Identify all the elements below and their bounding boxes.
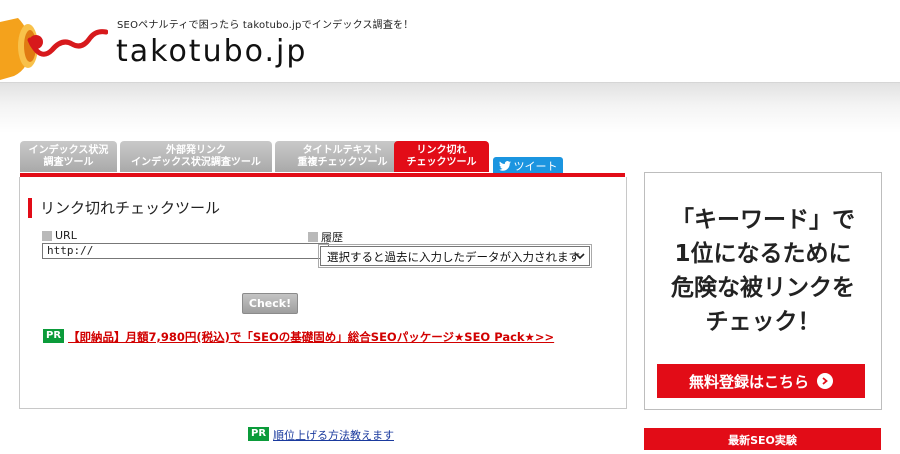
twitter-bird-icon [498,161,511,171]
site-title[interactable]: takotubo.jp [116,34,307,69]
tweet-label: ツイート [513,160,558,173]
arrow-right-circle-icon [817,373,833,389]
tab-broken-link-check[interactable]: リンク切れ チェックツール [394,141,489,172]
tab-title-duplicate[interactable]: タイトルテキスト 重複チェックツール [275,141,410,172]
chevron-down-icon [575,253,585,260]
tab-outbound-link-index[interactable]: 外部発リンク インデックス状況調査ツール [120,141,272,172]
site-header: SEOペナルティで困ったら takotubo.jpでインデックス調査を！ tak… [0,0,900,82]
header-gradient-band [0,82,900,133]
square-bullet-icon [42,230,52,241]
tool-title: リンク切れチェックツール [28,198,220,218]
check-button[interactable]: Check! [242,293,298,314]
seo-pack-link[interactable]: 【即納品】月額7,980円(税込)で「SEOの基礎固め」総合SEOパッケージ★S… [68,329,554,345]
latest-seo-experiments-header: 最新SEO実験 [644,428,881,450]
square-bullet-icon [308,232,318,242]
pr-badge-bottom: PR [248,427,269,441]
ad-copy: 「キーワード」で 1位になるために 危険な被リンクを チェック！ [671,207,855,335]
backlink-check-ad[interactable]: 「キーワード」で 1位になるために 危険な被リンクを チェック！ 無料登録はこち… [644,172,882,410]
history-label: 履歴 [308,229,343,245]
tab-index-status[interactable]: インデックス状況 調査ツール [20,141,117,172]
ranking-tips-link[interactable]: 順位上げる方法教えます [273,427,394,443]
url-input[interactable]: http:// [42,243,329,259]
pr-badge: PR [43,329,64,343]
octopus-pot-logo-icon[interactable] [0,10,108,80]
history-select[interactable]: 選択すると過去に入力したデータが入力されます [320,246,590,266]
free-registration-button[interactable]: 無料登録はこちら [657,364,865,398]
header-tagline: SEOペナルティで困ったら takotubo.jpでインデックス調査を！ [117,20,414,31]
url-label: URL [42,229,77,242]
